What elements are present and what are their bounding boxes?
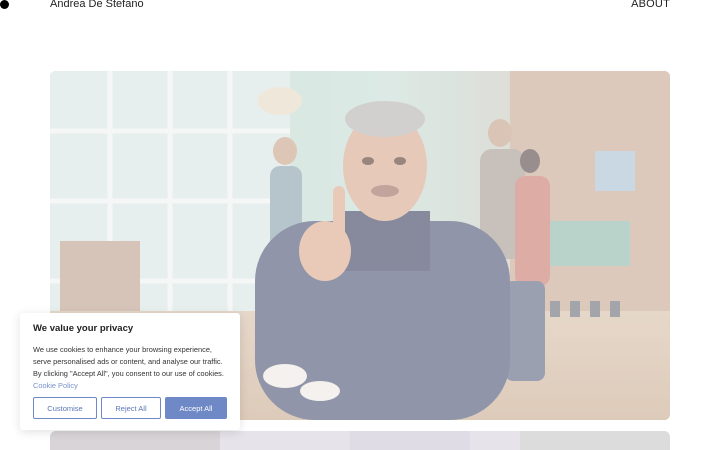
next-project-image[interactable] — [50, 431, 670, 450]
cookie-body: We use cookies to enhance your browsing … — [33, 345, 224, 378]
accept-all-button[interactable]: Accept All — [165, 397, 227, 419]
customise-button[interactable]: Customise — [33, 397, 97, 419]
cookie-title: We value your privacy — [33, 323, 134, 334]
site-title[interactable]: Andrea De Stefano — [50, 0, 144, 10]
logo-dot-icon[interactable] — [0, 0, 9, 9]
cookie-policy-link[interactable]: Cookie Policy — [33, 381, 78, 390]
nav-about-link[interactable]: ABOUT — [631, 0, 670, 10]
cookie-banner: We value your privacy We use cookies to … — [20, 313, 240, 430]
reject-all-button[interactable]: Reject All — [101, 397, 161, 419]
cookie-text: We use cookies to enhance your browsing … — [33, 344, 227, 392]
